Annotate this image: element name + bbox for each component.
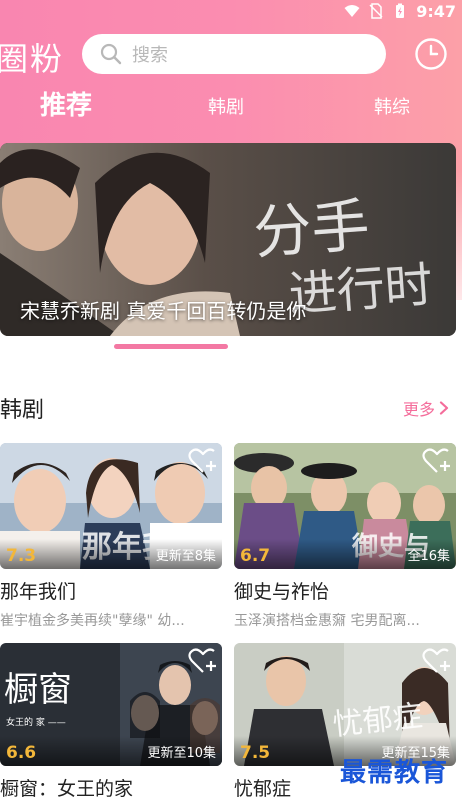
search-placeholder: 搜索 bbox=[132, 45, 168, 66]
history-clock-icon[interactable] bbox=[414, 37, 448, 71]
no-sim-icon bbox=[369, 3, 383, 19]
add-favorite-heart-icon[interactable] bbox=[422, 647, 452, 675]
card-description: 崔宇植金多美再续"孽缘" 幼... bbox=[0, 613, 185, 629]
battery-icon bbox=[396, 3, 405, 18]
status-time: 9:47 bbox=[416, 1, 456, 21]
drama-card[interactable]: 橱窗 女王的 家 —— 6.6 更新至10集 橱窗：女王的家 bbox=[0, 643, 222, 800]
search-icon bbox=[100, 43, 122, 65]
card-title: 那年我们 bbox=[0, 581, 77, 603]
svg-text:进行时: 进行时 bbox=[287, 257, 435, 323]
featured-banner[interactable]: 分手 进行时 宋慧乔新剧 真爱千回百转仍是你 bbox=[0, 143, 456, 336]
watermark-text: 最需教育 bbox=[340, 758, 449, 788]
chevron-right-icon bbox=[439, 401, 449, 415]
card-title: 御史与祚怡 bbox=[234, 581, 330, 603]
drama-card[interactable]: 御史与 6.7 全16集 御史与祚怡 玉泽演搭档金惠奫 宅男配离... bbox=[234, 443, 456, 630]
banner-caption: 宋慧乔新剧 真爱千回百转仍是你 bbox=[20, 299, 307, 323]
tab-recommend[interactable]: 推荐 bbox=[40, 86, 92, 126]
category-tabs: 推荐 韩剧 韩综 bbox=[0, 88, 462, 128]
card-description: 玉泽演搭档金惠奫 宅男配离... bbox=[234, 613, 420, 629]
more-link[interactable]: 更多 bbox=[403, 396, 449, 420]
banner-art-title: 分手 bbox=[251, 191, 371, 267]
card-thumbnail: 那年我 7.3 更新至8集 bbox=[0, 443, 222, 569]
rating-score: 6.6 bbox=[6, 743, 37, 763]
svg-text:女王的 家 ——: 女王的 家 —— bbox=[6, 716, 66, 728]
status-bar: 9:47 bbox=[344, 0, 462, 22]
search-input[interactable]: 搜索 bbox=[82, 34, 386, 74]
episode-status: 更新至8集 bbox=[155, 549, 216, 564]
poster-art-title: 橱窗 bbox=[4, 670, 72, 710]
card-thumbnail: 御史与 6.7 全16集 bbox=[234, 443, 456, 569]
wifi-icon bbox=[344, 5, 360, 17]
rating-score: 6.7 bbox=[240, 546, 271, 566]
card-thumbnail: 橱窗 女王的 家 —— 6.6 更新至10集 bbox=[0, 643, 222, 766]
rating-score: 7.5 bbox=[240, 743, 271, 763]
episode-status: 全16集 bbox=[407, 549, 450, 564]
drama-card[interactable]: 那年我 7.3 更新至8集 那年我们 崔宇植金多美再续"孽缘" 幼... bbox=[0, 443, 222, 630]
add-favorite-heart-icon[interactable] bbox=[422, 447, 452, 475]
tab-korean-drama[interactable]: 韩剧 bbox=[208, 88, 244, 128]
banner-page-indicator bbox=[114, 344, 228, 349]
app-logo: 圈粉 bbox=[0, 40, 65, 78]
episode-status: 更新至10集 bbox=[147, 746, 216, 761]
add-favorite-heart-icon[interactable] bbox=[188, 647, 218, 675]
card-thumbnail: 忧郁症 7.5 更新至15集 bbox=[234, 643, 456, 766]
tab-korean-variety[interactable]: 韩综 bbox=[374, 88, 410, 128]
add-favorite-heart-icon[interactable] bbox=[188, 447, 218, 475]
card-title: 橱窗：女王的家 bbox=[0, 778, 134, 800]
section-title: 韩剧 bbox=[0, 398, 45, 423]
rating-score: 7.3 bbox=[6, 546, 37, 566]
more-label: 更多 bbox=[403, 400, 436, 419]
